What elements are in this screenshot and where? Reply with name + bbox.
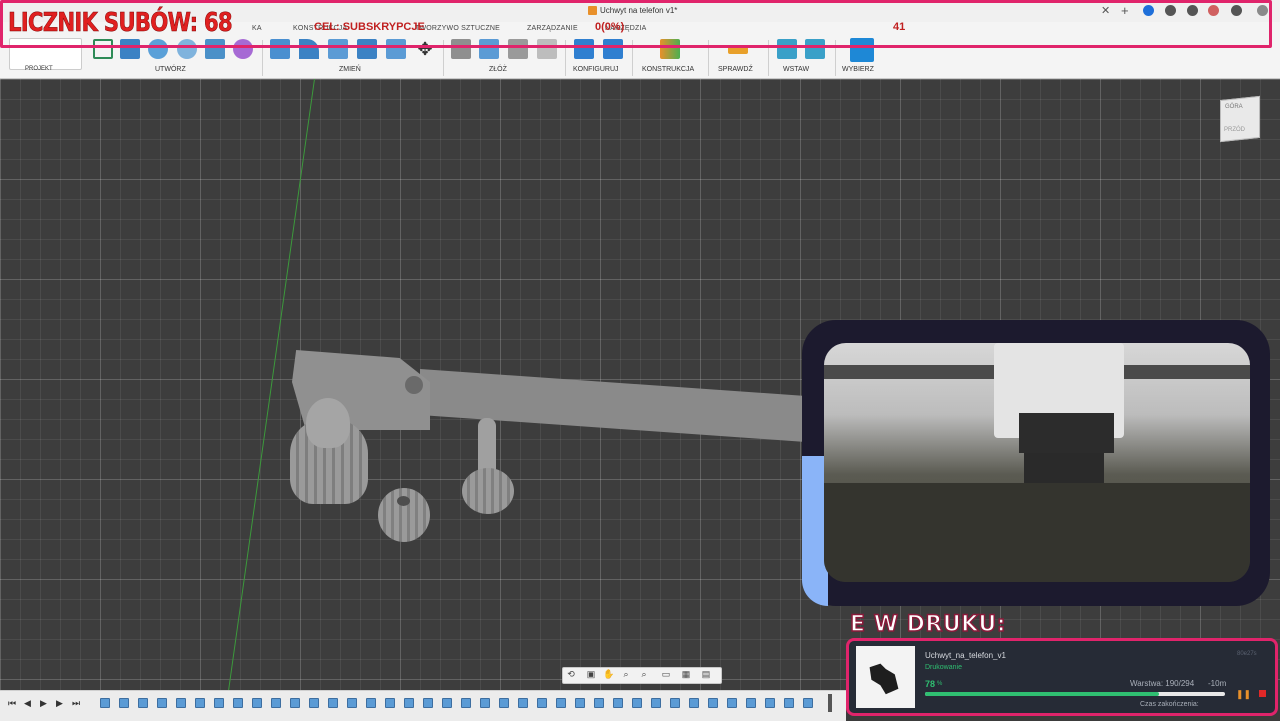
- timeline-feature[interactable]: [784, 698, 794, 708]
- model-knob-large-top: [306, 398, 350, 448]
- print-time-remaining: -10m: [1208, 679, 1227, 688]
- print-status-text: Drukowanie: [925, 664, 962, 671]
- timeline-feature[interactable]: [119, 698, 129, 708]
- group-configure[interactable]: KONFIGURUJ: [573, 66, 619, 73]
- printing-heading: E W DRUKU:: [849, 611, 1007, 638]
- viewcube[interactable]: [1220, 95, 1260, 143]
- orbit-icon[interactable]: ⟲: [565, 669, 577, 680]
- viewcube-front-label: PRZÓD: [1224, 127, 1245, 133]
- print-job-name: Uchwyt_na_telefon_v1: [925, 651, 1006, 660]
- timeline-feature[interactable]: [442, 698, 452, 708]
- print-eta-label: Czas zakończenia:: [1140, 701, 1199, 708]
- print-job-id: 80e27s: [1237, 651, 1257, 657]
- model-bracket-hole: [405, 376, 423, 394]
- timeline-feature[interactable]: [138, 698, 148, 708]
- timeline-feature[interactable]: [765, 698, 775, 708]
- printer-toolhead-dark: [1019, 413, 1114, 453]
- timeline-feature[interactable]: [518, 698, 528, 708]
- timeline-feature[interactable]: [309, 698, 319, 708]
- subscriber-counter: LICZNIK SUBÓW: 68: [8, 8, 233, 39]
- group-construct[interactable]: KONSTRUKCJA: [642, 66, 694, 73]
- timeline-feature[interactable]: [233, 698, 243, 708]
- timeline-feature[interactable]: [100, 698, 110, 708]
- model-nut-hole: [397, 496, 410, 506]
- timeline-feature[interactable]: [632, 698, 642, 708]
- group-create[interactable]: UTWÓRZ: [155, 66, 186, 73]
- zoom-icon[interactable]: ⌕: [620, 669, 632, 680]
- timeline-marker[interactable]: [828, 694, 832, 712]
- print-percent-sign: %: [937, 681, 943, 687]
- model-screw-head[interactable]: [462, 468, 514, 514]
- timeline-feature[interactable]: [366, 698, 376, 708]
- timeline-feature[interactable]: [670, 698, 680, 708]
- play-icon[interactable]: ▶: [40, 698, 47, 709]
- step-forward-icon[interactable]: ▶: [56, 698, 63, 709]
- group-inspect[interactable]: SPRAWDŹ: [718, 66, 753, 73]
- look-at-icon[interactable]: ▣: [585, 669, 597, 680]
- timeline-feature[interactable]: [727, 698, 737, 708]
- goal-target: 41: [893, 21, 906, 33]
- timeline-feature[interactable]: [290, 698, 300, 708]
- print-percent: 78: [925, 679, 936, 689]
- stop-icon[interactable]: [1259, 690, 1266, 697]
- timeline-feature[interactable]: [461, 698, 471, 708]
- print-progress-fill: [925, 692, 1159, 696]
- timeline-feature[interactable]: [746, 698, 756, 708]
- timeline-feature[interactable]: [556, 698, 566, 708]
- timeline-feature[interactable]: [385, 698, 395, 708]
- step-back-icon[interactable]: ◀: [24, 698, 31, 709]
- timeline-feature[interactable]: [404, 698, 414, 708]
- timeline-feature[interactable]: [575, 698, 585, 708]
- timeline-feature[interactable]: [176, 698, 186, 708]
- go-to-end-icon[interactable]: ⏭: [72, 698, 80, 709]
- grid-icon[interactable]: ▦: [680, 669, 692, 680]
- group-modify[interactable]: ZMIEŃ: [339, 66, 361, 73]
- timeline-feature[interactable]: [613, 698, 623, 708]
- printer-camera-feed: [824, 343, 1250, 582]
- viewports-icon[interactable]: ▤: [700, 669, 712, 680]
- timeline-feature[interactable]: [195, 698, 205, 708]
- timeline-feature[interactable]: [328, 698, 338, 708]
- timeline-feature[interactable]: [803, 698, 813, 708]
- timeline-feature[interactable]: [347, 698, 357, 708]
- timeline-feature[interactable]: [708, 698, 718, 708]
- timeline-feature[interactable]: [157, 698, 167, 708]
- group-assemble[interactable]: ZŁÓŻ: [489, 66, 507, 73]
- timeline-feature[interactable]: [480, 698, 490, 708]
- timeline-feature[interactable]: [214, 698, 224, 708]
- timeline-feature[interactable]: [252, 698, 262, 708]
- timeline-feature[interactable]: [594, 698, 604, 708]
- go-to-start-icon[interactable]: ⏮: [8, 698, 16, 709]
- timeline-feature[interactable]: [271, 698, 281, 708]
- project-label: PROJEKT: [25, 66, 53, 72]
- print-layer-count: Warstwa: 190/294: [1130, 679, 1195, 688]
- display-icon[interactable]: ▭: [660, 669, 672, 680]
- fit-icon[interactable]: ⌕: [638, 669, 650, 680]
- goal-label: CEL: SUBSKRYPCJE: [314, 21, 425, 33]
- group-insert[interactable]: WSTAW: [783, 66, 809, 73]
- pan-icon[interactable]: ✋: [603, 669, 615, 680]
- timeline-feature[interactable]: [423, 698, 433, 708]
- timeline-feature[interactable]: [537, 698, 547, 708]
- group-select[interactable]: WYBIERZ: [842, 66, 874, 73]
- timeline-feature[interactable]: [499, 698, 509, 708]
- timeline-feature[interactable]: [651, 698, 661, 708]
- pause-icon[interactable]: ❚❚: [1236, 689, 1251, 700]
- goal-progress: 0(0%): [595, 21, 625, 33]
- print-bed: [824, 483, 1250, 582]
- viewcube-top-label: GÓRA: [1225, 104, 1243, 110]
- timeline-feature[interactable]: [689, 698, 699, 708]
